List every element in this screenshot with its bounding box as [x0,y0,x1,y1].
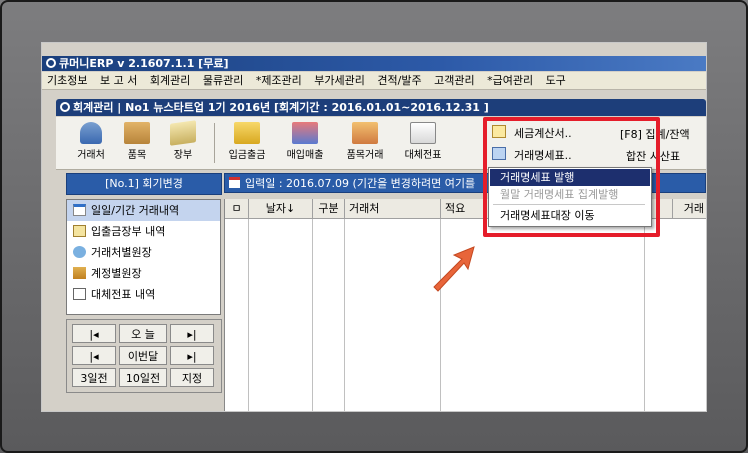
money-icon [234,122,260,144]
list-item-daily-period[interactable]: 일일/기간 거래내역 [67,200,220,221]
erp-window: 큐머니ERP v 2.1607.1.1 [무료] 기초정보 보 고 서 회계관리… [42,43,706,411]
slip-list-icon [73,288,86,300]
grid-column [345,219,441,411]
client-icon [80,122,102,144]
next-day-button[interactable]: ▸| [170,324,214,343]
list-item-client-ledger[interactable]: 거래처별원장 [67,242,220,263]
calendar-small-icon [229,177,240,188]
menu-quote-order[interactable]: 견적/발주 [372,72,425,89]
col-date[interactable]: 날자↓ [249,199,313,219]
list-item-cashbook[interactable]: 입출금장부 내역 [67,221,220,242]
deposit-withdraw-button[interactable]: 입금출금 [220,120,274,166]
scale-icon [73,267,86,279]
transfer-slip-label: 대체전표 [404,150,442,161]
ledger-label: 장부 [173,150,193,161]
ledger-button[interactable]: 장부 [156,120,210,166]
menu-basic-info[interactable]: 기초정보 [42,72,91,89]
toolbar-separator [214,123,215,163]
menu-reports[interactable]: 보 고 서 [95,72,141,89]
module-logo-icon [60,102,70,112]
calendar-icon [73,204,86,216]
input-date-text: 입력일 : 2016.07.09 (기간을 변경하려면 여기를 [245,177,476,190]
module-title: 회계관리 | No1 뉴스타트업 1기 2016년 [회계기간 : 2016.0… [73,101,489,114]
cashbook-icon [73,225,86,237]
this-month-button[interactable]: 이번달 [119,346,167,365]
grid-column [249,219,313,411]
col-type[interactable]: 구분 [313,199,345,219]
report-list: 일일/기간 거래내역 입출금장부 내역 거래처별원장 계정별원장 대체전표 내역 [66,199,221,315]
menu-tools[interactable]: 도구 [541,72,570,89]
grid-column [313,219,345,411]
boxes-icon [124,122,150,144]
app-title-bar: 큐머니ERP v 2.1607.1.1 [무료] [42,56,706,71]
menu-customer[interactable]: 고객관리 [429,72,478,89]
pointer-arrow-icon [433,246,475,292]
menu-accounting[interactable]: 회계관리 [145,72,194,89]
list-item-account-ledger[interactable]: 계정별원장 [67,263,220,284]
purchase-sales-icon [292,122,318,144]
ten-days-ago-button[interactable]: 10일전 [119,368,167,387]
left-pane: [No.1] 회기변경 일일/기간 거래내역 입출금장부 내역 거래처별원장 계… [66,173,222,411]
menu-vat[interactable]: 부가세관리 [309,72,369,89]
next-month-button[interactable]: ▸| [170,346,214,365]
menu-manufacturing[interactable]: *제조관리 [251,72,306,89]
today-button[interactable]: 오 늘 [119,324,167,343]
list-item-label: 계정별원장 [91,267,142,280]
specify-date-button[interactable]: 지정 [170,368,214,387]
list-item-transfer-slip[interactable]: 대체전표 내역 [67,284,220,305]
col-transaction[interactable]: 거래 [673,199,706,219]
col-client[interactable]: 거래처 [345,199,441,219]
slip-icon [410,122,436,144]
item-transaction-label: 품목거래 [346,150,384,161]
app-title: 큐머니ERP v 2.1607.1.1 [무료] [59,57,229,70]
grid-column [225,219,249,411]
highlight-box [483,117,660,237]
date-nav-box: |◂ 오 늘 ▸| |◂ 이번달 ▸| 3일전 10일전 지정 [66,319,222,393]
three-days-ago-button[interactable]: 3일전 [72,368,116,387]
menu-bar: 기초정보 보 고 서 회계관리 물류관리 *제조관리 부가세관리 견적/발주 고… [42,72,706,90]
item-transaction-button[interactable]: 품목거래 [338,120,392,166]
menu-payroll[interactable]: *급여관리 [482,72,537,89]
app-logo-icon [46,58,56,68]
purchase-sales-button[interactable]: 매입매출 [278,120,332,166]
col-checkbox[interactable]: ㅁ [225,199,249,219]
list-item-label: 대체전표 내역 [91,288,156,301]
item-transaction-icon [352,122,378,144]
menu-logistics[interactable]: 물류관리 [198,72,247,89]
book-icon [170,120,196,146]
list-item-label: 입출금장부 내역 [91,225,166,238]
client-ledger-icon [73,246,86,258]
list-item-label: 일일/기간 거래내역 [91,204,180,217]
prev-day-button[interactable]: |◂ [72,324,116,343]
purchase-sales-label: 매입매출 [286,150,324,161]
transfer-slip-button[interactable]: 대체전표 [396,120,450,166]
fiscal-year-change-button[interactable]: [No.1] 회기변경 [66,173,222,195]
prev-month-button[interactable]: |◂ [72,346,116,365]
deposit-withdraw-label: 입금출금 [228,150,266,161]
list-item-label: 거래처별원장 [91,246,152,259]
module-title-bar: 회계관리 | No1 뉴스타트업 1기 2016년 [회계기간 : 2016.0… [56,99,706,116]
